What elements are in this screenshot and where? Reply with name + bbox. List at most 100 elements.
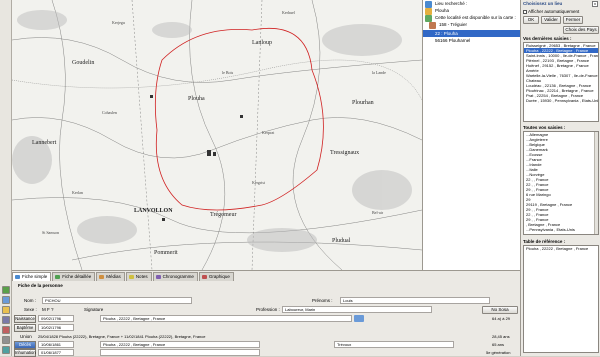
prenoms-field[interactable]: Louis bbox=[340, 297, 490, 304]
signature-checkbox[interactable]: Signature bbox=[84, 307, 103, 312]
tab-bar: Fiche simple Fiche détaillée Médias Note… bbox=[12, 272, 235, 281]
result-item[interactable]: 22 : Plouha bbox=[423, 30, 520, 37]
map-canvas bbox=[12, 0, 422, 270]
edit-icon[interactable] bbox=[2, 346, 10, 354]
tab-graphique[interactable]: Graphique bbox=[198, 272, 234, 281]
tab-label: Fiche détaillée bbox=[62, 274, 92, 279]
search-query[interactable]: Plouha bbox=[423, 7, 520, 14]
union-summary[interactable]: 25/04/1828 Plouha (22222), Bretagne, Fra… bbox=[38, 334, 206, 339]
all-entries-list[interactable]: ...Allemagne ...Angleterre ...Belgique .… bbox=[523, 131, 599, 235]
map-label: Cohaslen bbox=[102, 110, 117, 115]
tab-label: Chronogramme bbox=[162, 274, 194, 279]
union-age: 28,45 ans bbox=[492, 334, 510, 339]
search-header: Lieu recherché : bbox=[435, 1, 468, 6]
scrollbar[interactable] bbox=[594, 132, 598, 234]
inhumation-place[interactable] bbox=[100, 349, 260, 356]
place-icon bbox=[425, 8, 432, 15]
naissance-place[interactable]: Plouha , 22222 , Bretagne , France bbox=[100, 315, 352, 322]
union-label: Union bbox=[20, 334, 32, 339]
tab-label: Fiche simple bbox=[22, 274, 48, 279]
search-icon bbox=[425, 1, 432, 8]
settings-icon[interactable] bbox=[2, 336, 10, 344]
reference-box[interactable]: Plouha , 22222 , Bretagne , France bbox=[523, 245, 599, 353]
choose-countries-button[interactable]: Choix des Pays bbox=[563, 26, 599, 34]
recent-title: Vos dernières saisies : bbox=[523, 36, 572, 41]
tab-label: Notes bbox=[135, 274, 148, 279]
map-label: Tressignaux bbox=[330, 150, 360, 156]
profession-field[interactable]: Laboureur, Marin bbox=[282, 306, 432, 313]
tab-notes[interactable]: Notes bbox=[125, 272, 152, 281]
tab-medias[interactable]: Médias bbox=[96, 272, 125, 281]
search-icon[interactable] bbox=[2, 306, 10, 314]
timeline-icon bbox=[155, 275, 161, 279]
sosa-button[interactable]: No Sosa bbox=[482, 306, 518, 314]
person-form: Fiche simple Fiche détaillée Médias Note… bbox=[12, 270, 520, 357]
sexe-label: Sexe : bbox=[24, 307, 37, 312]
app-window: Plouha Lanloup Lannebert Tressignaux Plu… bbox=[0, 0, 600, 357]
bapteme-button[interactable]: Baptême bbox=[14, 324, 36, 332]
map-label: Goudelin bbox=[72, 60, 95, 66]
tree-icon[interactable] bbox=[2, 296, 10, 304]
form-title: Fiche de la personne bbox=[18, 283, 63, 288]
bapteme-date[interactable]: 10/02/1796 bbox=[38, 324, 74, 331]
prenoms-label: Prénoms : bbox=[312, 298, 333, 303]
media-icon bbox=[99, 275, 105, 279]
detail-icon bbox=[55, 275, 61, 279]
tab-fiche-detaillee[interactable]: Fiche détaillée bbox=[52, 272, 96, 281]
sexe-radio-group[interactable]: M F ? bbox=[42, 307, 54, 312]
validate-button[interactable]: Valider bbox=[541, 16, 561, 24]
deces-date[interactable]: 10/06/1861 bbox=[38, 341, 74, 348]
map-label: Kerjegu bbox=[112, 20, 125, 25]
naissance-date[interactable]: 09/02/1796 bbox=[38, 315, 74, 322]
nom-field[interactable]: PICHOU bbox=[42, 297, 192, 304]
generation-label: 5e génération bbox=[486, 350, 511, 355]
map-label: Pludual bbox=[332, 238, 351, 244]
map-label: Kerhuel bbox=[282, 10, 295, 15]
auto-display-checkbox[interactable]: Afficher automatiquement bbox=[523, 9, 579, 14]
result-item[interactable]: 56166 Plouharnel bbox=[423, 37, 520, 44]
map-label: Lanloup bbox=[252, 40, 272, 46]
map-label: Pommerit bbox=[154, 250, 178, 256]
profession-label: Profession : bbox=[256, 307, 280, 312]
tab-fiche-simple[interactable]: Fiche simple bbox=[12, 272, 52, 281]
availability-text: Cette localité est disponible sur la car… bbox=[435, 15, 516, 20]
inhumation-date[interactable]: 01/06/1877 bbox=[38, 349, 74, 356]
naissance-button[interactable]: Naissance bbox=[14, 315, 36, 323]
map-label: Trégomeur bbox=[210, 212, 237, 218]
map-label: Kerprat bbox=[262, 130, 275, 135]
map-label: Bel-air bbox=[372, 210, 384, 215]
map-label: LANVOLLON bbox=[134, 208, 173, 214]
place-chooser-panel: Choisissez un lieu x Afficher automatiqu… bbox=[520, 0, 600, 356]
map-label: Plourhan bbox=[352, 100, 374, 106]
map-label: Kerlan bbox=[72, 190, 83, 195]
map-label: Lannebert bbox=[32, 140, 57, 146]
search-panel: Lieu recherché : Plouha Cette localité e… bbox=[422, 0, 520, 270]
print-icon[interactable] bbox=[2, 326, 10, 334]
map-label: Kergrist bbox=[252, 180, 266, 185]
ok-button[interactable]: OK bbox=[523, 16, 539, 24]
tab-chronogramme[interactable]: Chronogramme bbox=[152, 272, 198, 281]
panel-title: Choisissez un lieu bbox=[523, 1, 563, 6]
reference-title: Table de référence : bbox=[523, 239, 566, 244]
recent-list[interactable]: Ruisseigné , 29653 , Bretagne , France P… bbox=[523, 42, 599, 122]
map-sheet-item[interactable]: 158 - Tréguier bbox=[423, 21, 520, 28]
checkbox-box[interactable] bbox=[523, 9, 527, 14]
close-button[interactable]: Fermer bbox=[563, 16, 583, 24]
map-pin-icon[interactable] bbox=[354, 315, 364, 322]
list-item[interactable]: ...Pennsylvania , Etats-Unis bbox=[524, 227, 598, 232]
deces-extra[interactable]: Trévoux bbox=[334, 341, 454, 348]
tab-label: Médias bbox=[106, 274, 121, 279]
deces-age: 65 ans bbox=[492, 342, 505, 347]
map-label: St Samson bbox=[42, 230, 60, 235]
nom-label: Nom : bbox=[24, 298, 37, 303]
map-label: la Lande bbox=[372, 70, 386, 75]
deces-place[interactable]: Plouha , 22222 , Bretagne , France bbox=[100, 341, 260, 348]
map-view[interactable]: Plouha Lanloup Lannebert Tressignaux Plu… bbox=[12, 0, 422, 270]
deces-button[interactable]: Décès bbox=[14, 341, 36, 349]
list-icon[interactable] bbox=[2, 316, 10, 324]
list-item[interactable]: Durée , 15930 , Pennsylvania , Etats-Uni… bbox=[524, 98, 598, 103]
map-label: Plouha bbox=[188, 96, 205, 102]
globe-icon[interactable] bbox=[2, 286, 10, 294]
close-icon[interactable]: x bbox=[592, 1, 598, 7]
reference-value: Plouha , 22222 , Bretagne , France bbox=[526, 246, 589, 251]
